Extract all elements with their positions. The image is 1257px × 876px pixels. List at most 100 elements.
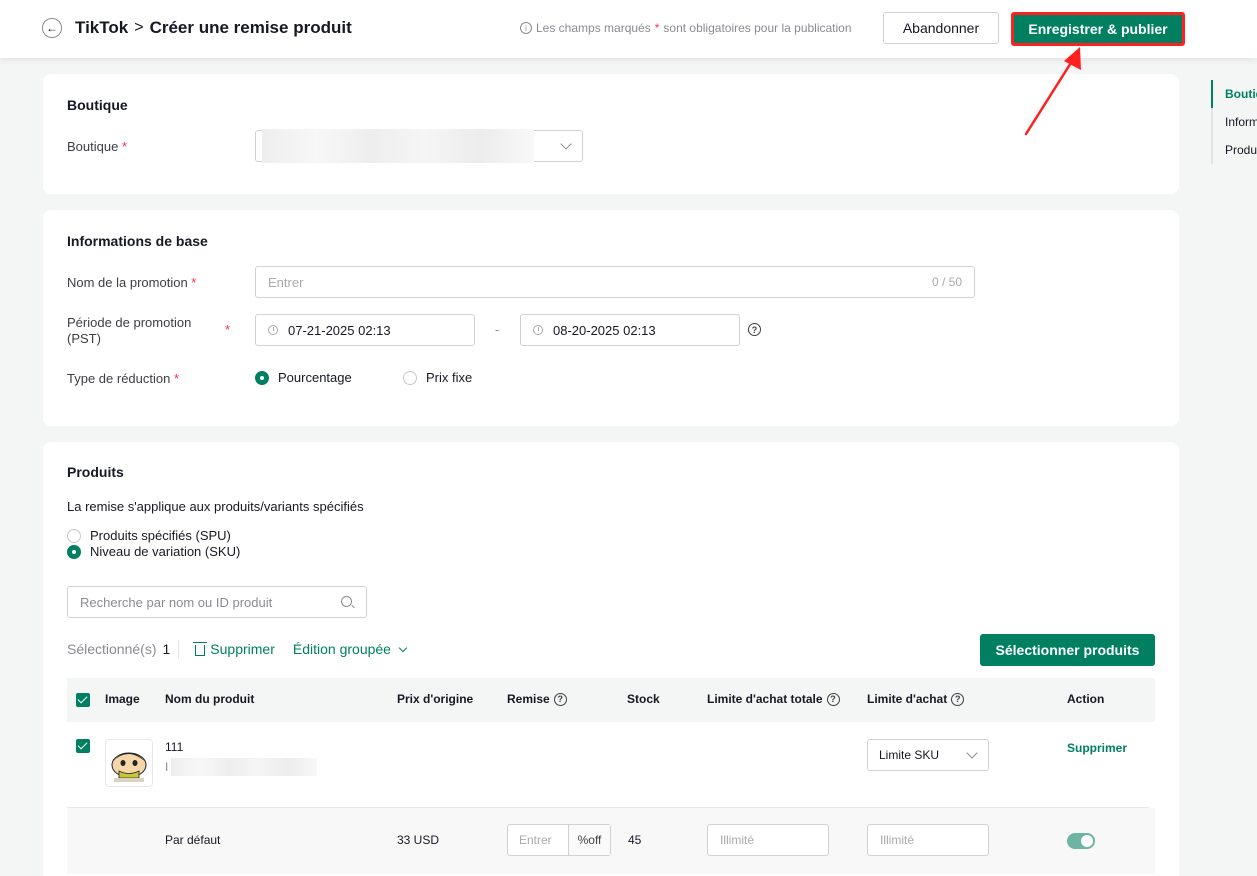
radio-spu-label: Produits spécifiés (SPU) (90, 528, 231, 543)
discount-type-label: Type de réduction * (67, 371, 179, 386)
help-icon[interactable]: ? (826, 692, 840, 706)
product-name: 111 (165, 740, 184, 754)
date-range-separator: - (495, 322, 500, 337)
required-star: * (173, 371, 180, 386)
sku-limit-select[interactable]: Limite SKU (867, 739, 989, 771)
divider (178, 640, 180, 658)
products-table-header: Image Nom du produit Prix d'origine Remi… (67, 678, 1155, 722)
radio-fixed-price-label: Prix fixe (426, 370, 473, 385)
char-counter: 0 / 50 (931, 275, 962, 289)
hint-text-before: Les champs marqués (536, 21, 651, 35)
variant-row (67, 808, 1155, 874)
select-all-checkbox[interactable] (76, 693, 90, 707)
discount-placeholder: Entrer (519, 833, 552, 847)
col-total-limit-label: Limite d'achat totale (707, 692, 823, 706)
scope-label: La remise s'applique aux produits/varian… (67, 499, 364, 514)
selected-count-value: 1 (162, 641, 171, 657)
selected-count: Sélectionné(s) 1 (67, 641, 170, 657)
radio-spu[interactable]: Produits spécifiés (SPU) (67, 528, 231, 543)
boutique-card: Boutique Boutique * (43, 74, 1179, 194)
bulk-delete-button[interactable]: Supprimer (193, 641, 275, 657)
anchor-products[interactable]: Produits (1211, 136, 1257, 164)
total-limit-input[interactable]: Illimité (707, 824, 829, 856)
abandon-button[interactable]: Abandonner (883, 12, 999, 44)
info-icon: i (520, 22, 532, 34)
end-date-value: 08-20-2025 02:13 (553, 322, 656, 338)
breadcrumb-separator: > (134, 19, 144, 36)
variant-stock: 45 (628, 833, 642, 847)
radio-selected-icon (255, 370, 269, 385)
basic-info-title: Informations de base (67, 233, 208, 249)
promo-period-label: Période de promotion (PST) (67, 315, 192, 346)
product-search-input[interactable]: Recherche par nom ou ID produit (67, 586, 367, 618)
redacted-shop-name (262, 129, 534, 163)
chevron-down-icon (398, 643, 408, 652)
breadcrumb: TikTok > Créer une remise produit (75, 18, 352, 38)
required-star: * (121, 139, 128, 154)
col-name: Nom du produit (165, 692, 255, 706)
back-arrow-icon[interactable]: ← (42, 18, 62, 38)
promo-name-input[interactable]: Entrer 0 / 50 (255, 266, 975, 298)
selection-toolbar: Sélectionné(s) 1 Supprimer Édition groupé… (67, 640, 408, 658)
help-icon[interactable]: ? (951, 692, 965, 706)
chevron-down-icon (560, 138, 572, 150)
search-icon[interactable] (341, 596, 352, 607)
col-stock: Stock (627, 692, 660, 706)
required-star: * (225, 322, 231, 337)
save-publish-button[interactable]: Enregistrer & publier (1011, 12, 1185, 46)
radio-fixed-price[interactable]: Prix fixe (403, 370, 472, 385)
radio-percentage[interactable]: Pourcentage (255, 370, 352, 385)
sku-limit-value: Limite SKU (879, 748, 940, 762)
bulk-edit-dropdown[interactable]: Édition groupée (292, 641, 408, 657)
col-original-price: Prix d'origine (397, 692, 474, 706)
discount-type-label-text: Type de réduction (67, 371, 171, 386)
clock-icon (268, 325, 278, 335)
discount-input[interactable]: Entrer %off (507, 824, 611, 856)
variant-price: 33 USD (397, 833, 440, 847)
hint-required-star: * (654, 21, 660, 35)
help-icon[interactable]: ? (748, 323, 761, 336)
purchase-limit-input[interactable]: Illimité (867, 824, 989, 856)
bulk-delete-label: Supprimer (210, 641, 275, 657)
variant-name: Par défaut (165, 833, 221, 847)
product-image-icon (106, 740, 152, 786)
search-placeholder: Recherche par nom ou ID produit (80, 594, 273, 610)
radio-unselected-icon (67, 528, 81, 543)
promo-name-label-text: Nom de la promotion (67, 275, 188, 290)
select-products-button[interactable]: Sélectionner produits (980, 634, 1155, 666)
basic-info-card: Informations de base Nom de la promotion… (43, 210, 1179, 426)
col-purchase-limit: Limite d'achat ? (867, 692, 965, 706)
discount-suffix: %off (568, 825, 610, 855)
purchase-limit-placeholder: Illimité (880, 833, 915, 847)
selected-label: Sélectionné(s) (67, 641, 157, 657)
radio-unselected-icon (403, 370, 417, 385)
col-image: Image (105, 692, 140, 706)
annotation-arrow-icon (1024, 47, 1081, 136)
boutique-label: Boutique * (67, 139, 127, 154)
total-limit-placeholder: Illimité (720, 833, 755, 847)
anchor-basic-info[interactable]: Informations de base (1211, 108, 1257, 136)
trash-icon (193, 641, 208, 656)
product-thumbnail (105, 739, 153, 787)
end-date-picker[interactable]: 08-20-2025 02:13 (520, 314, 740, 346)
start-date-picker[interactable]: 07-21-2025 02:13 (255, 314, 475, 346)
radio-selected-icon (67, 544, 81, 559)
page-title: Créer une remise produit (149, 18, 352, 37)
col-discount: Remise ? (507, 692, 567, 706)
products-card: Produits La remise s'applique aux produi… (43, 442, 1179, 876)
boutique-select[interactable] (255, 129, 583, 163)
row-delete-link[interactable]: Supprimer (1067, 741, 1127, 755)
radio-percentage-label: Pourcentage (278, 370, 352, 385)
anchor-boutique[interactable]: Boutique (1211, 80, 1257, 108)
promo-name-label: Nom de la promotion * (67, 275, 196, 290)
radio-sku-label: Niveau de variation (SKU) (90, 544, 241, 559)
bulk-edit-label: Édition groupée (292, 641, 391, 657)
col-purchase-limit-label: Limite d'achat (867, 692, 948, 706)
boutique-title: Boutique (67, 97, 128, 113)
row-checkbox[interactable] (76, 739, 90, 753)
clock-icon (533, 325, 543, 335)
radio-sku[interactable]: Niveau de variation (SKU) (67, 544, 240, 559)
breadcrumb-root[interactable]: TikTok (75, 18, 128, 38)
help-icon[interactable]: ? (553, 692, 567, 706)
variant-enable-toggle[interactable] (1067, 833, 1095, 849)
